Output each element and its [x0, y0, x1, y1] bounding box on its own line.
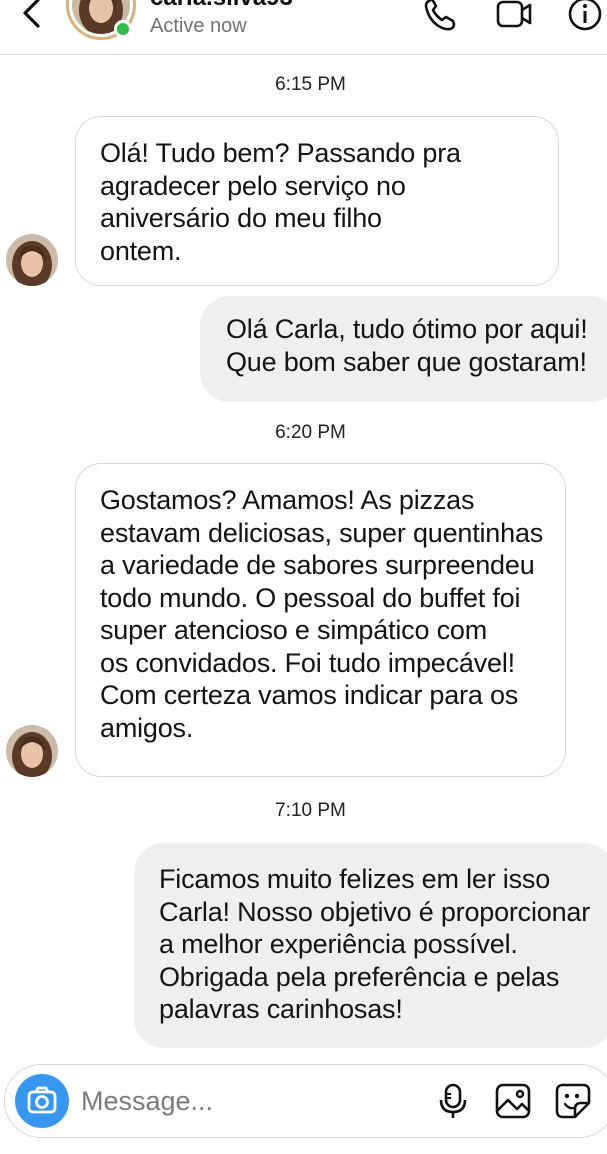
camera-icon	[27, 1086, 57, 1114]
video-camera-icon[interactable]	[494, 0, 534, 34]
phone-icon[interactable]	[420, 0, 460, 34]
camera-button[interactable]	[15, 1074, 69, 1128]
active-status: Active now	[150, 15, 247, 37]
sender-avatar[interactable]	[6, 725, 58, 777]
outgoing-message[interactable]: Olá Carla, tudo ótimo por aqui! Que bom …	[200, 296, 607, 402]
message-text: Gostamos? Amamos! As pizzas estavam deli…	[100, 485, 544, 743]
sender-avatar[interactable]	[6, 234, 58, 286]
message-text: Ficamos muito felizes em ler isso Carla!…	[159, 864, 591, 1024]
image-gallery-icon[interactable]	[493, 1081, 533, 1121]
online-indicator	[114, 20, 132, 38]
sticker-icon[interactable]	[553, 1081, 593, 1121]
contact-name[interactable]: carla.silva93	[150, 0, 293, 12]
microphone-icon[interactable]	[433, 1081, 473, 1121]
message-timestamp: 7:10 PM	[275, 800, 346, 821]
outgoing-message[interactable]: Ficamos muito felizes em ler isso Carla!…	[134, 843, 607, 1048]
message-composer	[4, 1064, 607, 1138]
message-input[interactable]	[81, 1081, 421, 1121]
message-text: Olá! Tudo bem? Passando pra agradecer pe…	[100, 138, 461, 266]
message-text: Olá Carla, tudo ótimo por aqui! Que bom …	[226, 314, 588, 377]
incoming-message[interactable]: Gostamos? Amamos! As pizzas estavam deli…	[75, 463, 566, 777]
contact-avatar[interactable]	[66, 0, 136, 40]
incoming-message[interactable]: Olá! Tudo bem? Passando pra agradecer pe…	[75, 116, 559, 286]
chevron-left-icon[interactable]	[14, 0, 50, 32]
chat-screen: carla.silva93 Active now 6:15 PM Olá! Tu…	[0, 0, 607, 1154]
message-timestamp: 6:15 PM	[275, 74, 346, 95]
info-icon[interactable]	[565, 0, 605, 34]
chat-header: carla.silva93 Active now	[0, 0, 607, 55]
message-timestamp: 6:20 PM	[275, 422, 346, 443]
